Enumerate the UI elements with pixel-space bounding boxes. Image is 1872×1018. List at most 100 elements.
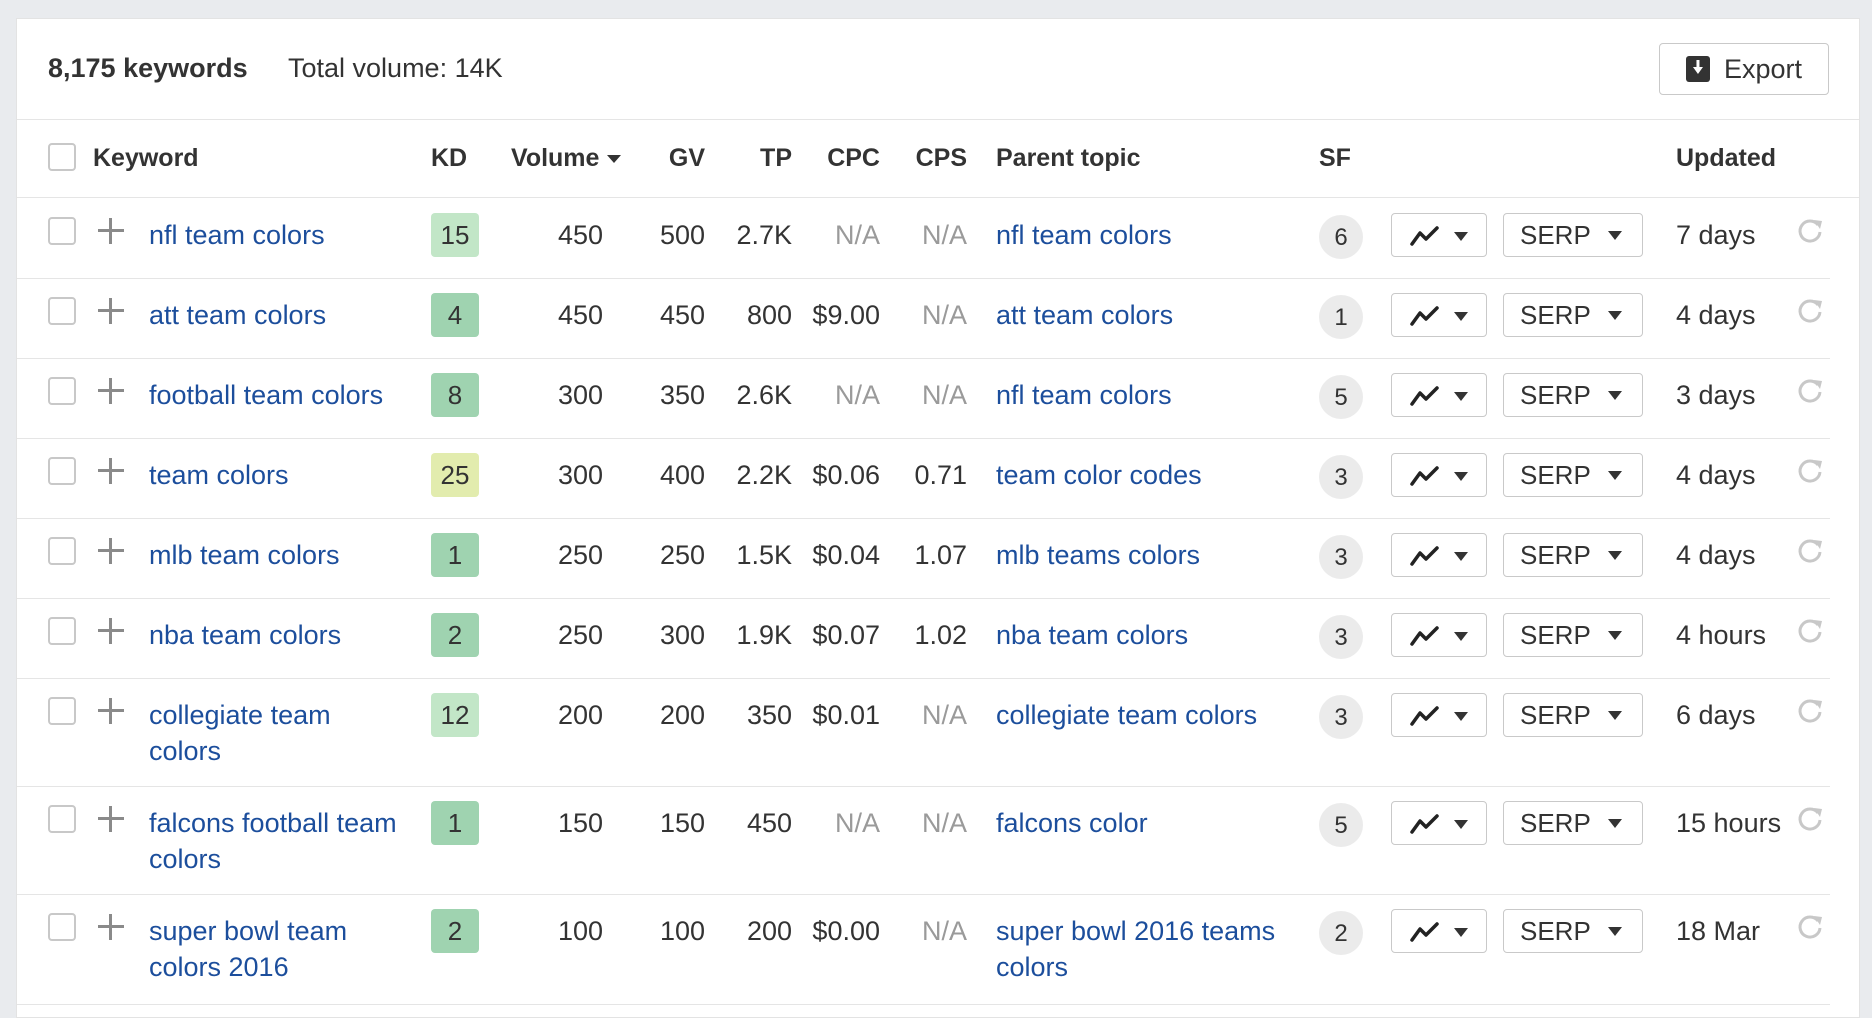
export-button[interactable]: Export (1659, 43, 1829, 95)
updated-value: 4 hours (1676, 620, 1767, 650)
plus-icon[interactable] (97, 377, 125, 405)
parent-topic-link[interactable]: super bowl 2016 teams colors (996, 913, 1276, 985)
trend-dropdown[interactable] (1391, 293, 1487, 337)
cps-value: N/A (921, 700, 967, 730)
gv-value: 100 (659, 916, 705, 946)
keyword-link[interactable]: att team colors (149, 297, 404, 333)
sf-count-badge[interactable]: 3 (1319, 455, 1363, 499)
row-checkbox[interactable] (48, 697, 76, 725)
volume-value: 450 (557, 300, 603, 330)
trend-dropdown[interactable] (1391, 909, 1487, 953)
refresh-icon[interactable] (1796, 805, 1824, 833)
parent-topic-link[interactable]: collegiate team colors (996, 697, 1276, 733)
keyword-link[interactable]: falcons football team colors (149, 805, 404, 877)
chevron-down-icon (1454, 552, 1468, 561)
sf-count-badge[interactable]: 5 (1319, 803, 1363, 847)
refresh-icon[interactable] (1796, 457, 1824, 485)
serp-dropdown[interactable]: SERP (1503, 213, 1643, 257)
col-updated[interactable]: Updated (1676, 144, 1776, 173)
serp-dropdown[interactable]: SERP (1503, 453, 1643, 497)
parent-topic-link[interactable]: team color codes (996, 457, 1276, 493)
refresh-icon[interactable] (1796, 913, 1824, 941)
refresh-icon[interactable] (1796, 697, 1824, 725)
col-keyword[interactable]: Keyword (93, 144, 199, 173)
trend-dropdown[interactable] (1391, 373, 1487, 417)
chevron-down-icon (1454, 712, 1468, 721)
trend-dropdown[interactable] (1391, 801, 1487, 845)
trend-dropdown[interactable] (1391, 533, 1487, 577)
parent-topic-link[interactable]: nfl team colors (996, 377, 1276, 413)
parent-topic-link[interactable]: nba team colors (996, 617, 1276, 653)
plus-icon[interactable] (97, 617, 125, 645)
col-cpc[interactable]: CPC (797, 144, 880, 173)
row-checkbox[interactable] (48, 297, 76, 325)
keyword-link[interactable]: team colors (149, 457, 404, 493)
refresh-icon[interactable] (1796, 297, 1824, 325)
sort-desc-icon (607, 155, 622, 164)
row-checkbox[interactable] (48, 457, 76, 485)
serp-dropdown[interactable]: SERP (1503, 909, 1643, 953)
col-parent-topic[interactable]: Parent topic (996, 144, 1140, 173)
row-checkbox[interactable] (48, 537, 76, 565)
chevron-down-icon (1454, 312, 1468, 321)
col-sf[interactable]: SF (1319, 144, 1351, 173)
parent-topic-link[interactable]: nfl team colors (996, 217, 1276, 253)
sf-count-badge[interactable]: 3 (1319, 535, 1363, 579)
plus-icon[interactable] (97, 297, 125, 325)
row-checkbox[interactable] (48, 805, 76, 833)
row-checkbox[interactable] (48, 217, 76, 245)
plus-icon[interactable] (97, 217, 125, 245)
sf-count-badge[interactable]: 3 (1319, 695, 1363, 739)
refresh-icon[interactable] (1796, 537, 1824, 565)
refresh-icon[interactable] (1796, 377, 1824, 405)
trend-dropdown[interactable] (1391, 453, 1487, 497)
sf-count-badge[interactable]: 2 (1319, 911, 1363, 955)
row-checkbox[interactable] (48, 377, 76, 405)
keyword-link[interactable]: mlb team colors (149, 537, 404, 573)
sf-count-badge[interactable]: 1 (1319, 295, 1363, 339)
refresh-icon[interactable] (1796, 617, 1824, 645)
updated-value: 4 days (1676, 300, 1756, 330)
updated-value: 7 days (1676, 220, 1756, 250)
keyword-link[interactable]: super bowl team colors 2016 (149, 913, 404, 985)
cps-value: N/A (921, 808, 967, 838)
plus-icon[interactable] (97, 697, 125, 725)
trend-dropdown[interactable] (1391, 693, 1487, 737)
sf-count-badge[interactable]: 3 (1319, 615, 1363, 659)
plus-icon[interactable] (97, 457, 125, 485)
keyword-link[interactable]: nfl team colors (149, 217, 404, 253)
tp-value: 1.5K (736, 540, 792, 570)
parent-topic-link[interactable]: falcons color (996, 805, 1276, 841)
col-kd[interactable]: KD (431, 144, 467, 173)
plus-icon[interactable] (97, 805, 125, 833)
trend-dropdown[interactable] (1391, 213, 1487, 257)
sf-count-badge[interactable]: 6 (1319, 215, 1363, 259)
row-checkbox[interactable] (48, 617, 76, 645)
cps-value: 1.02 (914, 620, 967, 650)
serp-dropdown[interactable]: SERP (1503, 533, 1643, 577)
col-tp[interactable]: TP (707, 144, 792, 173)
refresh-icon[interactable] (1796, 217, 1824, 245)
keyword-link[interactable]: collegiate team colors (149, 697, 404, 769)
serp-dropdown[interactable]: SERP (1503, 693, 1643, 737)
sf-count-badge[interactable]: 5 (1319, 375, 1363, 419)
plus-icon[interactable] (97, 913, 125, 941)
serp-dropdown[interactable]: SERP (1503, 801, 1643, 845)
parent-topic-link[interactable]: att team colors (996, 297, 1276, 333)
volume-value: 300 (557, 380, 603, 410)
row-checkbox[interactable] (48, 913, 76, 941)
keyword-link[interactable]: nba team colors (149, 617, 404, 653)
serp-dropdown[interactable]: SERP (1503, 373, 1643, 417)
trend-dropdown[interactable] (1391, 613, 1487, 657)
parent-topic-link[interactable]: mlb teams colors (996, 537, 1276, 573)
volume-value: 250 (557, 540, 603, 570)
col-gv[interactable]: GV (635, 144, 705, 173)
col-cps[interactable]: CPS (882, 144, 967, 173)
keyword-link[interactable]: football team colors (149, 377, 404, 413)
plus-icon[interactable] (97, 537, 125, 565)
gv-value: 450 (659, 300, 705, 330)
select-all-checkbox[interactable] (48, 143, 76, 171)
serp-dropdown[interactable]: SERP (1503, 293, 1643, 337)
serp-dropdown[interactable]: SERP (1503, 613, 1643, 657)
col-volume[interactable]: Volume (511, 144, 622, 173)
